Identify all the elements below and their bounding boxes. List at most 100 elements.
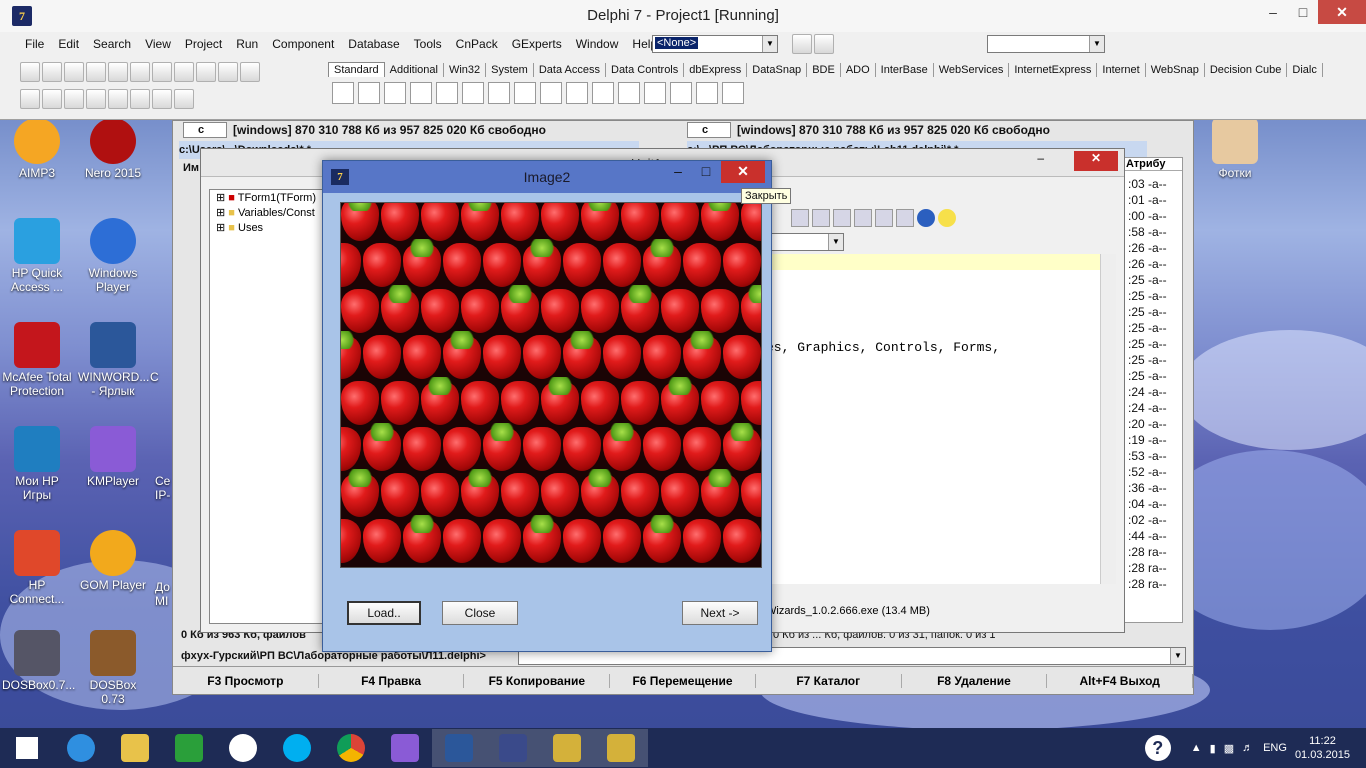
attr-row[interactable]: :26 -a-- [1128, 240, 1167, 256]
taskbar-store[interactable] [162, 729, 216, 767]
panel-icon[interactable] [696, 82, 718, 104]
palette-tab[interactable]: Internet [1097, 63, 1146, 77]
edit-icon[interactable] [436, 82, 458, 104]
right-file-panel[interactable]: Атрибу :03 -a--:01 -a--:00 -a--:58 -a--:… [1123, 157, 1183, 623]
desktop-icon-hp-quick-access[interactable]: HP Quick Access ... [2, 218, 72, 294]
taskbar-delphi-running[interactable] [594, 729, 648, 767]
attr-row[interactable]: :25 -a-- [1128, 368, 1167, 384]
tray-arrow-icon[interactable]: ▲ [1191, 742, 1202, 754]
volume-icon[interactable]: ♬ [1242, 742, 1253, 754]
close-button[interactable]: ✕ [1318, 0, 1366, 24]
start-button[interactable] [0, 729, 54, 767]
drive-select[interactable]: c [687, 122, 731, 138]
label-icon[interactable] [410, 82, 432, 104]
desktop-icon-gom-player[interactable]: GOM Player [78, 530, 148, 592]
scrollbar-icon[interactable] [618, 82, 640, 104]
button-icon[interactable] [488, 82, 510, 104]
new-form-icon[interactable] [86, 89, 106, 109]
chevron-down-icon[interactable]: ▼ [1089, 36, 1104, 52]
attr-row[interactable]: :28 ra-- [1128, 576, 1167, 592]
attr-row[interactable]: :36 -a-- [1128, 480, 1167, 496]
palette-tab[interactable]: Dialc [1287, 63, 1323, 77]
code-area[interactable]: es, Graphics, Controls, Forms, [766, 254, 1116, 584]
taskbar-save[interactable] [486, 729, 540, 767]
popupmenu-icon[interactable] [384, 82, 406, 104]
tool-icon[interactable] [896, 209, 914, 227]
palette-tab[interactable]: DataSnap [747, 63, 808, 77]
combobox-icon[interactable] [592, 82, 614, 104]
toggle-form-icon[interactable] [64, 89, 84, 109]
palette-tab[interactable]: ADO [841, 63, 876, 77]
save-all-icon[interactable] [86, 62, 106, 82]
view-unit-icon[interactable] [20, 89, 40, 109]
attr-row[interactable]: :19 -a-- [1128, 432, 1167, 448]
step-icon[interactable] [152, 89, 172, 109]
desktop-icon-aimp[interactable]: AIMP3 [2, 118, 72, 180]
view-unit-icon[interactable] [218, 62, 238, 82]
mainmenu-icon[interactable] [358, 82, 380, 104]
view-form-icon[interactable] [240, 62, 260, 82]
attr-row[interactable]: :00 -a-- [1128, 208, 1167, 224]
palette-tab[interactable]: Standard [328, 62, 385, 77]
taskbar-kmplayer[interactable] [378, 729, 432, 767]
desktop-combo[interactable]: ▼ [987, 35, 1105, 53]
desktop-icon-winword[interactable]: WINWORD... - Ярлык [78, 322, 149, 398]
radiobutton-icon[interactable] [540, 82, 562, 104]
remove-file-icon[interactable] [152, 62, 172, 82]
attr-row[interactable]: :58 -a-- [1128, 224, 1167, 240]
attr-row[interactable]: :20 -a-- [1128, 416, 1167, 432]
desktop-icon-kmplayer[interactable]: KMPlayer [78, 426, 148, 488]
menu-run[interactable]: Run [229, 37, 265, 51]
attr-row[interactable]: :02 -a-- [1128, 512, 1167, 528]
radiogroup-icon[interactable] [670, 82, 692, 104]
menu-component[interactable]: Component [265, 37, 341, 51]
menu-view[interactable]: View [138, 37, 178, 51]
run-icon[interactable] [108, 89, 128, 109]
help-icon[interactable] [174, 62, 194, 82]
attr-row[interactable]: :25 -a-- [1128, 320, 1167, 336]
tree-item[interactable]: ⊞ ■ TForm1(TForm) [210, 190, 328, 205]
menu-cnpack[interactable]: CnPack [449, 37, 505, 51]
configuration-combo[interactable]: <None> ▼ [652, 35, 778, 53]
tree-item[interactable]: ⊞ ■ Uses [210, 220, 328, 235]
close-icon[interactable]: ✕ [1074, 151, 1118, 171]
minimize-button[interactable]: – [1258, 0, 1288, 24]
tool-icon[interactable] [812, 209, 830, 227]
new-icon[interactable] [20, 62, 40, 82]
minimize-button[interactable]: – [665, 161, 691, 183]
exit-button[interactable]: Alt+F4 Выход [1047, 673, 1194, 688]
menu-edit[interactable]: Edit [51, 37, 86, 51]
checkbox-icon[interactable] [514, 82, 536, 104]
desktop-icon-partial[interactable]: С [150, 370, 174, 384]
help-icon[interactable]: ? [1144, 735, 1171, 761]
procedure-combo[interactable]: ▼ [766, 233, 844, 251]
pointer-icon[interactable] [332, 82, 354, 104]
attr-row[interactable]: :28 ra-- [1128, 560, 1167, 576]
taskbar-delphi[interactable] [540, 729, 594, 767]
attr-row[interactable]: :25 -a-- [1128, 288, 1167, 304]
maximize-button[interactable]: □ [693, 161, 719, 183]
editor-scrollbar[interactable] [1100, 254, 1116, 584]
menu-tools[interactable]: Tools [407, 37, 449, 51]
chevron-down-icon[interactable]: ▼ [1170, 648, 1185, 664]
palette-tab[interactable]: InterBase [876, 63, 934, 77]
attr-row[interactable]: :24 -a-- [1128, 400, 1167, 416]
tool-icon[interactable] [854, 209, 872, 227]
attr-row[interactable]: :24 -a-- [1128, 384, 1167, 400]
chevron-down-icon[interactable]: ▼ [828, 234, 843, 250]
desktop-icon-photos[interactable]: Фотки [1200, 118, 1270, 180]
palette-tab[interactable]: Decision Cube [1205, 63, 1288, 77]
column-attr[interactable]: Атрибу [1124, 158, 1182, 171]
taskbar-explorer[interactable] [108, 729, 162, 767]
attr-row[interactable]: :25 -a-- [1128, 336, 1167, 352]
menu-file[interactable]: File [18, 37, 51, 51]
f7-mkdir-button[interactable]: F7 Каталог [756, 673, 902, 688]
battery-icon[interactable]: ▩ [1224, 742, 1234, 755]
palette-tab[interactable]: Data Access [534, 63, 606, 77]
close-dialog-button[interactable]: Close [442, 601, 518, 625]
taskbar-chrome[interactable] [324, 729, 378, 767]
menu-project[interactable]: Project [178, 37, 229, 51]
attr-row[interactable]: :44 -a-- [1128, 528, 1167, 544]
attr-row[interactable]: :25 -a-- [1128, 304, 1167, 320]
desktop-icon-hp-connect[interactable]: HP Connect... [2, 530, 72, 606]
